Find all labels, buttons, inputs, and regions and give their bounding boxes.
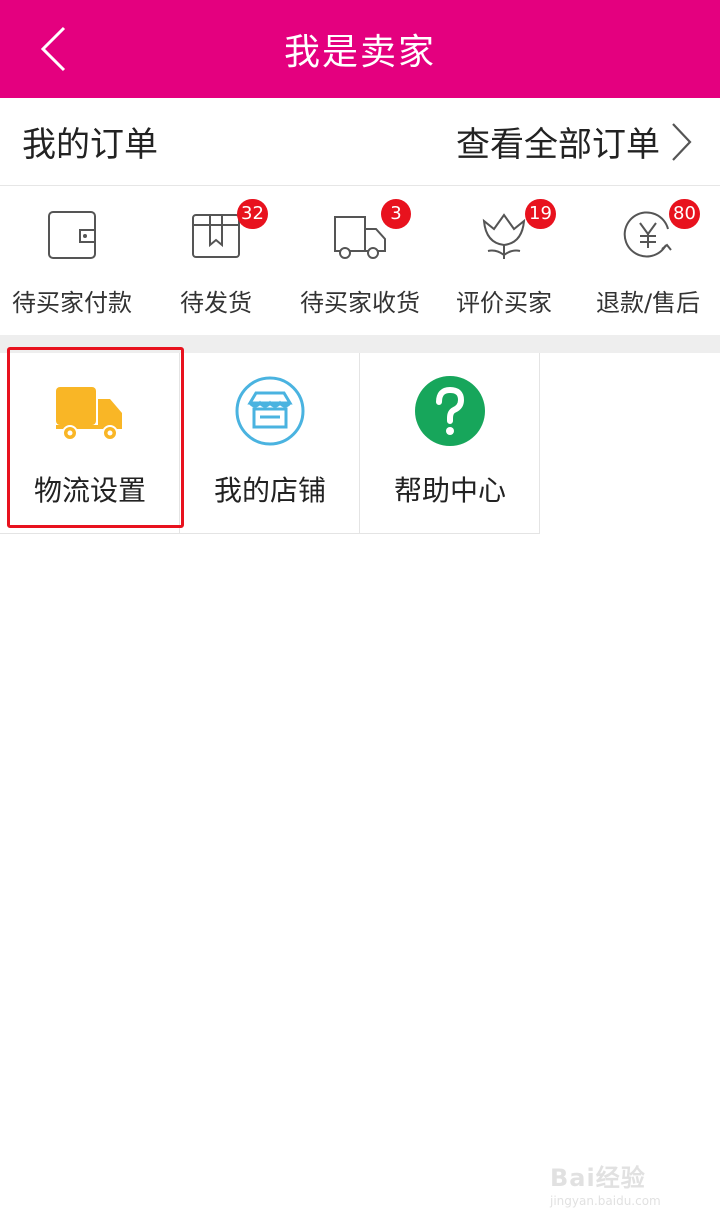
view-all-orders-label: 查看全部订单 [456,125,660,165]
app-header: 我是卖家 [0,0,720,98]
tulip-icon [482,213,526,259]
wallet-icon [48,211,96,259]
status-count-badge: 3 [381,199,411,229]
chevron-left-icon [40,26,66,72]
my-orders-title: 我的订单 [22,125,158,165]
page-title: 我是卖家 [283,32,436,73]
storefront-icon [235,376,305,446]
watermark-logo: Bai经验 [550,1164,646,1192]
status-count-badge: 19 [525,199,556,229]
status-label: 待发货 [180,289,252,317]
chevron-right-icon [672,122,692,161]
yen-refund-icon [623,211,672,258]
status-review-buyer[interactable]: 19 评价买家 [432,187,576,335]
delivery-truck-icon [56,387,122,441]
status-label: 待买家付款 [12,289,132,317]
tool-label: 我的店铺 [213,474,326,507]
tool-label: 帮助中心 [393,474,506,507]
watermark-url: jingyan.baidu.com [550,1194,661,1208]
order-status-row: 待买家付款 32 待发货 3 待买家收货 19 评价买家 80 退款/售后 [0,187,720,335]
status-refund-aftersale[interactable]: 80 退款/售后 [576,187,720,335]
view-all-orders-link[interactable]: 查看全部订单 [456,117,692,166]
tool-logistics-settings[interactable]: 物流设置 [0,353,180,534]
seller-tools-grid: 物流设置 我的店铺 帮助中心 [0,353,720,535]
status-label: 待买家收货 [300,289,420,317]
status-count-badge: 32 [237,199,268,229]
watermark: Bai经验 jingyan.baidu.com [550,1150,700,1216]
truck-icon [334,216,386,259]
package-icon [192,214,240,258]
question-icon [415,376,485,446]
status-count-badge: 80 [669,199,700,229]
my-orders-row: 我的订单 查看全部订单 [0,98,720,186]
tool-label: 物流设置 [33,474,146,507]
section-divider [0,335,720,353]
tool-help-center[interactable]: 帮助中心 [360,353,540,534]
status-label: 退款/售后 [595,289,701,317]
status-awaiting-receipt[interactable]: 3 待买家收货 [288,187,432,335]
tool-my-shop[interactable]: 我的店铺 [180,353,360,534]
status-awaiting-shipment[interactable]: 32 待发货 [144,187,288,335]
status-label: 评价买家 [456,289,552,317]
back-button[interactable] [28,20,78,78]
status-awaiting-payment[interactable]: 待买家付款 [0,187,144,335]
